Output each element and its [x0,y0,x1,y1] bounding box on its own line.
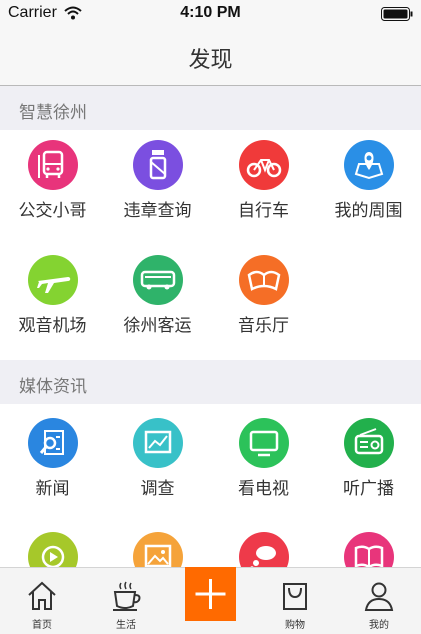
grid-item-airport[interactable]: 观音机场 [0,245,105,349]
section-header-media-news: 媒体资讯 [0,360,421,404]
tab-mine[interactable]: 我的 [337,568,421,634]
section-title: 媒体资讯 [19,377,87,397]
user-icon [364,582,394,611]
grid-item-news[interactable]: 新闻 [0,408,105,512]
grid-item-bus[interactable]: 公交小哥 [0,130,105,234]
tab-label: 我的 [369,620,389,631]
plus-icon [195,579,226,609]
section-header-smart-xuzhou: 智慧徐州 [0,86,421,130]
status-bar: Carrier 4:10 PM [0,0,421,28]
airplane-icon [28,255,78,305]
tab-shopping[interactable]: 购物 [253,568,337,634]
grid-item-nearby[interactable]: 我的周围 [316,130,421,234]
radio-icon [344,418,394,468]
grid-item-label: 看电视 [238,479,289,499]
bus-icon [28,140,78,190]
grid-item-watch-tv[interactable]: 看电视 [211,408,316,512]
grid-item-radio[interactable]: 听广播 [316,408,421,512]
bicycle-icon [239,140,289,190]
news-search-icon [28,418,78,468]
grid-item-label: 自行车 [238,201,289,221]
grid-item-label: 徐州客运 [123,316,192,336]
grid-item-violation-query[interactable]: 违章查询 [105,130,210,234]
tv-icon [239,418,289,468]
shopping-bag-icon [283,583,307,610]
section-title: 智慧徐州 [19,103,87,123]
survey-chart-icon [133,418,183,468]
grid-item-label: 观音机场 [18,316,87,336]
navigation-bar: 发现 [0,28,421,86]
grid-item-label: 我的周围 [334,201,403,221]
home-icon [28,581,56,610]
grid-item-concert-hall[interactable]: 音乐厅 [211,245,316,349]
grid-item-passenger-transport[interactable]: 徐州客运 [105,245,210,349]
tab-label: 购物 [285,620,305,631]
concert-hall-icon [239,255,289,305]
status-time: 4:10 PM [180,4,241,21]
grid-item-label: 调查 [140,479,175,499]
tab-bar: 首页 生活 购物 我的 [0,567,421,634]
grid-item-label: 音乐厅 [238,316,289,336]
grid-item-label: 听广播 [343,479,394,499]
traffic-officer-icon [133,140,183,190]
tab-life[interactable]: 生活 [84,568,168,634]
grid-item-label: 违章查询 [123,201,192,221]
tab-home[interactable]: 首页 [0,568,84,634]
battery-icon [381,7,413,21]
grid-item-label: 新闻 [35,479,70,499]
tab-label: 首页 [32,620,52,631]
location-map-icon [344,140,394,190]
grid-item-survey[interactable]: 调查 [105,408,210,512]
coach-bus-icon [133,255,183,305]
coffee-cup-icon [113,581,141,611]
tab-plus-button[interactable] [185,567,236,621]
grid-item-bicycle[interactable]: 自行车 [211,130,316,234]
tab-label: 生活 [116,620,136,631]
page-title: 发现 [188,48,233,73]
grid-item-label: 公交小哥 [18,201,87,221]
